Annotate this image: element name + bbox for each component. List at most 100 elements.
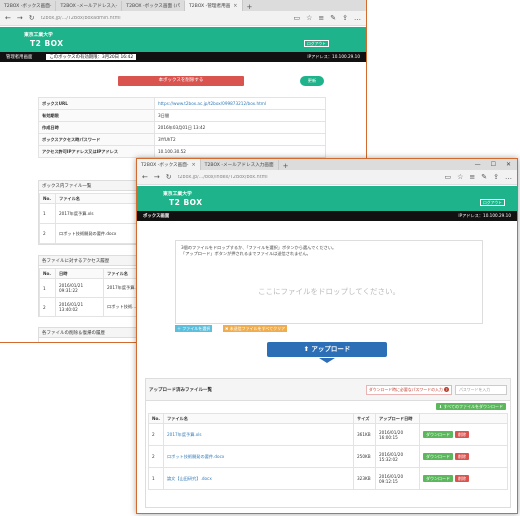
expiry-notice: このボックスの有効期限：3月20日 16:42 [46,54,137,60]
info-value: 2016年03月01日 13:42 [154,121,326,134]
col-date: アップロード日時 [374,413,420,424]
row-actions: ダウンロード 削除 [418,467,509,490]
password-label: ダウンロード時に必要なパスワードの入力 ? [365,384,452,395]
share-icon[interactable]: ⇪ [493,173,499,181]
col-date: 日時 [55,268,104,279]
help-icon[interactable]: ? [444,386,449,392]
favorite-icon[interactable]: ☆ [457,173,463,181]
url-field[interactable]: t2box.jp/.../box/index/T2Box/box.html [178,175,439,180]
password-label-text: ダウンロード時に必要なパスワードの入力 [368,386,443,392]
download-button[interactable]: ダウンロード [422,431,453,438]
url-field[interactable]: t2box.jp/.../T2Box/boxadmin.html [41,16,288,21]
more-icon[interactable]: … [505,173,512,181]
col-no: No. [39,268,56,279]
reading-view-icon[interactable]: ▭ [293,14,300,22]
hub-icon[interactable]: ≡ [318,14,324,22]
download-all-label: すべてのファイルをダウンロード [443,404,503,409]
address-bar: ← → ↻ t2box.jp/.../box/index/T2Box/box.h… [137,170,517,185]
address-bar: ← → ↻ t2box.jp/.../T2Box/boxadmin.html ▭… [0,11,366,26]
row-no: 2 [148,445,164,468]
tab-box-screen[interactable]: T2BOX -ボックス画面- × [137,159,201,170]
uploaded-files-table: No. ファイル名 サイズ アップロード日時 2 2017年度予算.xls 36… [148,413,509,490]
page-title: ボックス画面 [143,214,170,219]
minimize-icon[interactable]: — [475,161,481,168]
new-tab-icon[interactable]: + [243,3,257,11]
logout-button[interactable]: ログアウト [304,40,329,47]
refresh-button[interactable]: 更新 [300,76,324,86]
forward-icon[interactable]: → [154,173,160,181]
info-value[interactable]: https://www.t2box.ac.jp/t2box/099873212/… [154,97,326,110]
note-icon[interactable]: ✎ [481,173,487,181]
row-actions: ダウンロード 削除 [418,423,509,446]
row-no: 1 [39,203,56,224]
forward-icon[interactable]: → [17,14,23,22]
tab-admin-screen[interactable]: T2BOX -管理者用画 × [184,0,243,11]
drop-text: ここにファイルをドロップしてください。 [257,287,401,296]
row-filename[interactable]: ロボット技術開発の要件.docx [162,445,354,468]
drop-zone[interactable]: 3個のファイルをドロップするか、「ファイルを選択」ボタンから選んでください。 「… [175,240,483,324]
info-label: ボックスURL [38,97,155,110]
table-row: 1 論文【山田研究】.docx 323KB 2016/01/20 09:12:1… [148,467,509,490]
download-all-button[interactable]: ⬇ すべてのファイルをダウンロード [435,403,506,410]
box-info-table: ボックスURL https://www.t2box.ac.jp/t2box/099… [38,97,326,158]
reading-view-icon[interactable]: ▭ [444,173,451,181]
note-icon[interactable]: ✎ [330,14,336,22]
download-button[interactable]: ダウンロード [422,475,453,482]
hub-icon[interactable]: ≡ [469,173,475,181]
box-browser-window: T2BOX -ボックス画面- × T2BOX -メールアドレス入力画面 + — ☐… [136,158,518,514]
ip-address: IPアドレス：10.100.29.10 [307,54,360,59]
refresh-icon[interactable]: ↻ [29,14,35,22]
close-tab-icon[interactable]: × [233,3,237,9]
tab-mail-input[interactable]: T2BOX -メールアドレス入力画面 [201,160,279,170]
table-row: 有効期限 3日間 [38,109,326,122]
table-row: 2 2017年度予算.xls 361KB 2016/01/20 16:00:15… [148,423,509,446]
drop-hint-line-2: 「アップロード」ボタンが押されるまでファイルは送信されません。 [181,251,311,256]
new-tab-icon[interactable]: + [279,162,293,170]
clear-files-button[interactable]: ✖ 未送信ファイルをすべてクリア [223,325,288,332]
upload-button[interactable]: ⬆ アップロード [267,342,387,357]
table-row: 2 ロボット技術開発の要件.docx 250KB 2016/01/20 15:3… [148,445,509,468]
row-size: 361KB [352,423,376,446]
download-button[interactable]: ダウンロード [422,453,453,460]
favorite-icon[interactable]: ☆ [306,14,312,22]
delete-button[interactable]: 削除 [454,453,469,460]
tab-label: T2BOX -管理者用画 [188,3,231,9]
info-value: 3日間 [154,109,326,122]
table-row: ボックスURL https://www.t2box.ac.jp/t2box/099… [38,97,326,110]
table-row: 作成日時 2016年03月01日 13:42 [38,121,326,134]
row-actions: ダウンロード 削除 [418,445,509,468]
row-filename[interactable]: 論文【山田研究】.docx [162,467,354,490]
page-bar: ボックス画面 IPアドレス：10.100.29.10 [137,211,517,221]
more-icon[interactable]: … [354,14,361,22]
site-header: 東京工業大学 T2 BOX ログアウト [137,186,517,211]
refresh-icon[interactable]: ↻ [166,173,172,181]
row-size: 323KB [352,467,376,490]
row-no: 2 [39,297,56,317]
delete-button[interactable]: 削除 [454,431,469,438]
tab-label: T2BOX -メールアドレス入- [60,4,118,9]
university-name: 東京工業大学 [24,33,53,38]
col-size: サイズ [352,413,376,424]
close-tab-icon[interactable]: × [191,162,195,168]
table-row: ボックスアクセス時パスワード 3YfUhT2 [38,133,326,146]
tab-mail-input[interactable]: T2BOX -メールアドレス入- [56,1,123,11]
page-bar: 管理者用画面 このボックスの有効期限：3月20日 16:42 IPアドレス：10… [0,52,366,62]
site-header: 東京工業大学 T2 BOX ログアウト [0,27,366,52]
delete-box-button[interactable]: 本ボックスを削除する [118,76,244,86]
row-filename[interactable]: 2017年度予算.xls [162,423,354,446]
select-file-button[interactable]: ＋ ファイルを選択 [175,325,213,332]
share-icon[interactable]: ⇪ [342,14,348,22]
delete-button[interactable]: 削除 [454,475,469,482]
row-no: 1 [148,467,164,490]
row-no: 1 [39,278,56,298]
password-input[interactable]: パスワードを入力 [455,384,507,395]
panel-heading: アップロード済みファイル一覧 ダウンロード時に必要なパスワードの入力 ? パスワ… [146,379,510,401]
tab-box-screen-pass[interactable]: T2BOX -ボックス画面 (パ [122,1,185,11]
close-window-icon[interactable]: ✕ [506,161,511,168]
back-icon[interactable]: ← [5,14,11,22]
maximize-icon[interactable]: ☐ [491,161,496,168]
tab-box-screen[interactable]: T2BOX -ボックス画面- [0,1,57,11]
logout-button[interactable]: ログアウト [480,199,505,206]
upload-arrow-icon [319,358,335,363]
back-icon[interactable]: ← [142,173,148,181]
